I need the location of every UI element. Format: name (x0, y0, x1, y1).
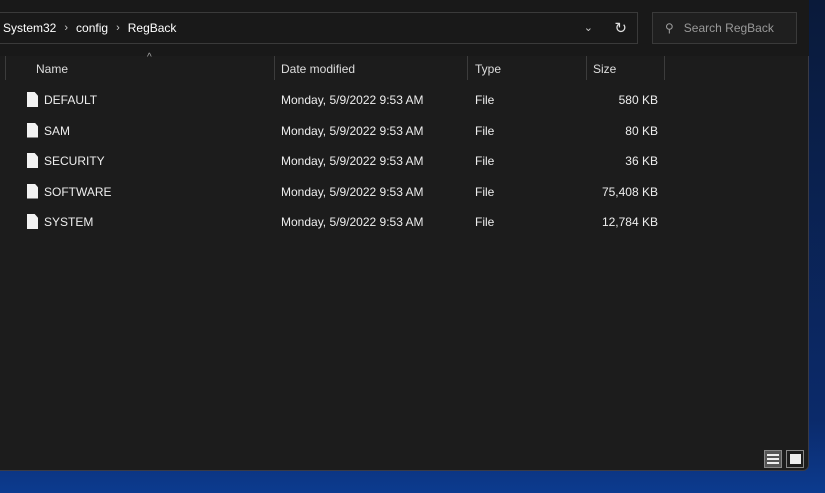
file-type: File (475, 215, 495, 229)
file-size: 12,784 KB (601, 215, 658, 229)
details-view-button[interactable] (764, 450, 782, 468)
file-date: Monday, 5/9/2022 9:53 AM (281, 93, 424, 107)
file-icon (27, 214, 38, 229)
file-size: 80 KB (625, 123, 658, 138)
column-type[interactable]: Type (475, 62, 501, 76)
file-size: 580 KB (618, 93, 658, 107)
file-size: 36 KB (625, 154, 658, 168)
file-row[interactable]: SECURITY Monday, 5/9/2022 9:53 AM File 3… (0, 146, 700, 176)
file-name: SYSTEM (44, 215, 94, 229)
breadcrumb-system32[interactable]: System32 (3, 21, 56, 35)
file-type: File (475, 123, 495, 138)
column-size[interactable]: Size (593, 62, 616, 76)
search-input[interactable]: ⚲ Search RegBack (652, 12, 797, 44)
file-icon (27, 183, 38, 199)
file-name: SOFTWARE (44, 184, 112, 199)
chevron-right-icon[interactable]: › (64, 22, 68, 34)
file-row[interactable]: SYSTEM Monday, 5/9/2022 9:53 AM File 12,… (0, 207, 700, 237)
column-header: ^ Name Date modified Type Size (0, 52, 700, 82)
file-icon (27, 92, 38, 107)
refresh-icon[interactable]: ↻ (614, 19, 627, 37)
file-icon (27, 122, 38, 138)
file-type: File (475, 154, 495, 168)
file-size: 75,408 KB (601, 184, 658, 199)
file-row[interactable]: SOFTWARE Monday, 5/9/2022 9:53 AM File 7… (0, 177, 700, 207)
sort-ascending-icon: ^ (147, 52, 152, 63)
file-row[interactable]: DEFAULT Monday, 5/9/2022 9:53 AM File 58… (0, 85, 700, 115)
large-icons-view-button[interactable] (786, 450, 804, 468)
file-type: File (475, 93, 495, 107)
file-date: Monday, 5/9/2022 9:53 AM (281, 184, 424, 199)
breadcrumb-regback[interactable]: RegBack (128, 21, 177, 35)
address-bar[interactable]: System32 › config › RegBack ⌄ ↻ (0, 12, 638, 44)
file-icon (27, 153, 38, 168)
file-name: SECURITY (44, 154, 105, 168)
chevron-right-icon[interactable]: › (116, 22, 120, 34)
file-explorer-window: System32 › config › RegBack ⌄ ↻ ⚲ Search… (0, 0, 809, 471)
column-name[interactable]: Name (36, 62, 68, 76)
chevron-down-icon[interactable]: ⌄ (584, 21, 593, 34)
search-placeholder: Search RegBack (683, 21, 774, 35)
file-name: SAM (44, 123, 71, 138)
file-name: DEFAULT (44, 93, 98, 107)
column-date-modified[interactable]: Date modified (281, 62, 355, 76)
breadcrumb-config[interactable]: config (76, 21, 108, 35)
file-date: Monday, 5/9/2022 9:53 AM (281, 123, 424, 138)
file-type: File (475, 184, 495, 199)
file-row[interactable]: SAM Monday, 5/9/2022 9:53 AM File 80 KB (0, 116, 700, 146)
file-date: Monday, 5/9/2022 9:53 AM (281, 215, 424, 229)
file-date: Monday, 5/9/2022 9:53 AM (281, 154, 424, 168)
search-icon: ⚲ (665, 21, 674, 35)
